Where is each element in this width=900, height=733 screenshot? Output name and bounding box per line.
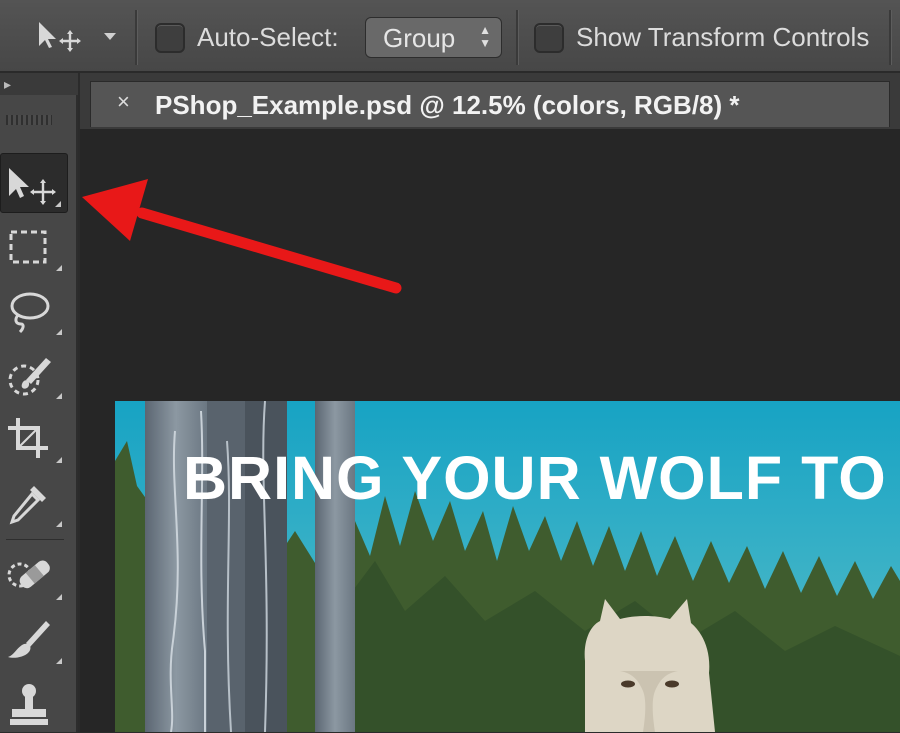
document-canvas[interactable]: BRING YOUR WOLF TO [115,401,900,732]
rectangular-marquee-icon [9,230,47,264]
clone-stamp-icon [10,684,48,725]
options-divider [889,10,892,65]
quick-selection-tool-button[interactable] [0,344,68,404]
document-tab-bar: × PShop_Example.psd @ 12.5% (colors, RGB… [80,73,900,129]
move-tool-preset-icon[interactable] [34,20,84,56]
eyedropper-tool-button[interactable] [0,472,68,532]
tool-flyout-indicator [56,658,62,664]
tool-group-divider [6,539,64,540]
tool-flyout-indicator [56,329,62,335]
tool-flyout-indicator [56,457,62,463]
auto-select-value: Group [383,23,456,53]
clone-stamp-tool-button[interactable] [0,673,68,733]
auto-select-label: Auto-Select: [197,22,339,52]
lasso-tool-button[interactable] [0,280,68,340]
tool-preset-dropdown-icon[interactable] [104,33,116,40]
collapse-panel-icon[interactable]: ▸ [0,73,78,95]
close-tab-icon[interactable]: × [117,90,130,114]
tools-panel: ▸ [0,73,78,732]
show-transform-controls-checkbox[interactable] [534,23,564,53]
spot-healing-tool-button[interactable] [0,545,68,605]
brush-tool-button[interactable] [0,609,68,669]
crop-icon [8,418,48,458]
canvas-headline: BRING YOUR WOLF TO [183,444,887,512]
tool-flyout-indicator [55,201,61,207]
options-divider [135,10,138,65]
annotation-arrow-icon [82,179,402,294]
quick-selection-icon [8,358,51,396]
document-tab-title: PShop_Example.psd @ 12.5% (colors, RGB/8… [155,90,740,120]
panel-grip[interactable] [6,115,52,125]
options-bar: Auto-Select: Group ▲ ▼ Show Transform Con… [0,0,900,73]
lasso-icon [10,292,50,334]
auto-select-checkbox[interactable] [155,23,185,53]
tool-flyout-indicator [56,594,62,600]
marquee-tool-button[interactable] [0,216,68,276]
eyedropper-icon [9,486,46,525]
show-transform-controls-label: Show Transform Controls [576,22,870,52]
document-tab[interactable]: × PShop_Example.psd @ 12.5% (colors, RGB… [90,81,890,127]
tool-flyout-indicator [56,393,62,399]
auto-select-dropdown[interactable]: Group ▲ ▼ [365,17,502,58]
options-divider [516,10,519,65]
tool-flyout-indicator [56,521,62,527]
move-tool-button[interactable] [0,153,68,213]
tool-flyout-indicator [56,265,62,271]
brush-icon [8,621,50,658]
stepper-arrows-icon: ▲ ▼ [479,23,491,50]
spot-healing-brush-icon [7,560,50,589]
crop-tool-button[interactable] [0,408,68,468]
